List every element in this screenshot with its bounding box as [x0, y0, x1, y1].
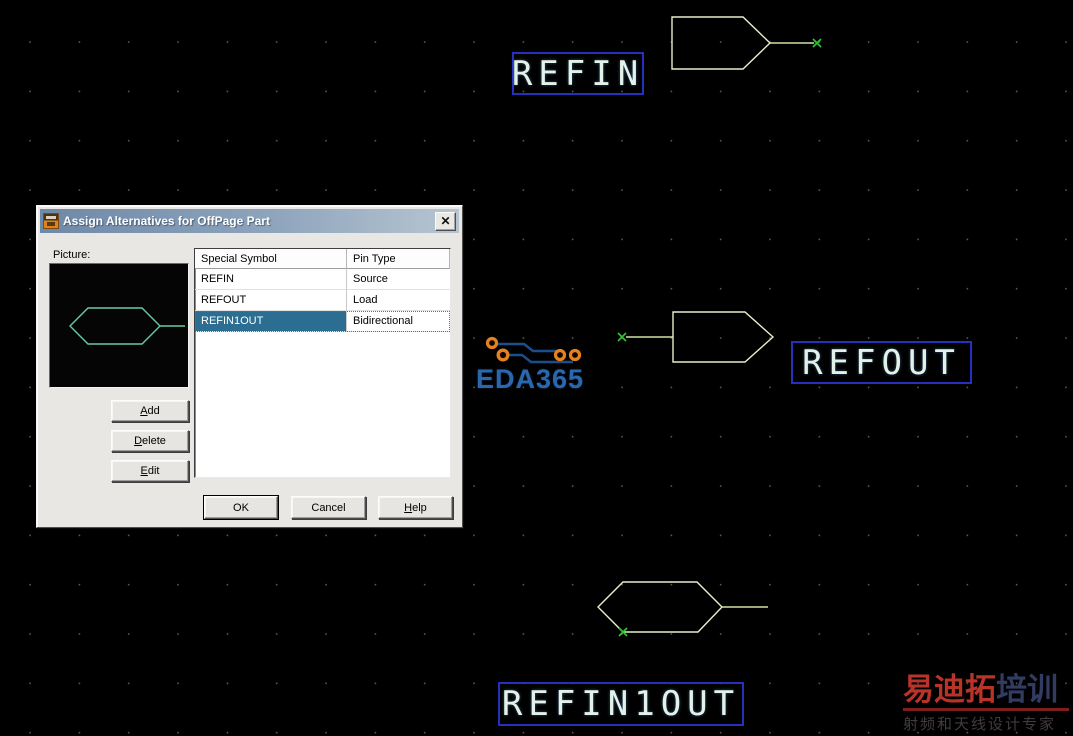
training-watermark: 易迪拓培训 射频和天线设计专家 [903, 673, 1073, 734]
offpage-shape [672, 311, 775, 363]
offpage-shape [671, 16, 772, 70]
cell-pin-type[interactable]: Load [347, 290, 450, 311]
cell-special-symbol[interactable]: REFOUT [195, 290, 347, 311]
column-header-pin-type: Pin Type [347, 249, 450, 269]
cell-pin-type[interactable]: Bidirectional [347, 311, 450, 332]
table-header-row: Special Symbol Pin Type [195, 249, 450, 269]
net-label-refout[interactable]: REFOUT [791, 341, 972, 384]
ok-button[interactable]: OK [204, 496, 278, 519]
net-label-refin1out[interactable]: REFIN1OUT [498, 682, 744, 726]
offpage-symbol-refin[interactable] [671, 16, 822, 70]
training-watermark-title-blue: 培训 [996, 672, 1058, 707]
pin-x-icon [617, 332, 627, 342]
preview-symbol-icon [69, 307, 185, 345]
edit-button-label: Edit [140, 465, 160, 477]
delete-button[interactable]: Delete [111, 430, 189, 452]
delete-button-label: Delete [134, 435, 166, 447]
add-button[interactable]: Add [111, 400, 189, 422]
eda365-logo: EDA365 [476, 334, 602, 396]
training-watermark-title-red: 易迪拓 [903, 672, 996, 707]
cancel-button-label: Cancel [311, 501, 346, 514]
offpage-symbol-refin1out[interactable] [597, 581, 768, 637]
net-label-refin[interactable]: REFIN [512, 52, 644, 95]
edit-button[interactable]: Edit [111, 460, 189, 482]
orcad-part-icon [43, 213, 59, 229]
cancel-button[interactable]: Cancel [291, 496, 366, 519]
ok-button-label: OK [233, 501, 249, 514]
add-button-label: Add [140, 405, 160, 417]
offpage-shape [597, 581, 723, 633]
pcb-trace-icon [485, 336, 582, 364]
pin-x-icon [812, 38, 822, 48]
dialog-titlebar[interactable]: Assign Alternatives for OffPage Part ✕ [40, 209, 459, 233]
cell-pin-type[interactable]: Source [347, 269, 450, 290]
training-watermark-rule [903, 708, 1069, 711]
training-watermark-tagline: 射频和天线设计专家 [903, 716, 1057, 733]
cell-special-symbol[interactable]: REFIN [195, 269, 347, 290]
close-icon: ✕ [440, 214, 451, 228]
offpage-symbol-refout[interactable] [617, 311, 775, 363]
picture-label: Picture: [53, 249, 91, 261]
help-button-label: Help [404, 501, 427, 514]
schematic-editor-canvas[interactable]: { "dialog": { "title": "Assign Alternati… [0, 0, 1073, 736]
assign-alternatives-dialog: Assign Alternatives for OffPage Part ✕ P… [36, 205, 463, 528]
column-header-special-symbol: Special Symbol [195, 249, 347, 269]
table-row[interactable]: REFOUT Load [195, 290, 450, 311]
table-row[interactable]: REFIN Source [195, 269, 450, 290]
picture-preview [49, 263, 189, 388]
cell-special-symbol[interactable]: REFIN1OUT [195, 311, 347, 332]
training-watermark-title: 易迪拓培训 [903, 673, 1073, 707]
eda365-logo-text: EDA365 [476, 364, 585, 394]
alternatives-table[interactable]: Special Symbol Pin Type REFIN Source REF… [194, 248, 451, 478]
table-row-selected[interactable]: REFIN1OUT Bidirectional [195, 311, 450, 332]
close-button[interactable]: ✕ [435, 211, 456, 231]
help-button[interactable]: Help [378, 496, 453, 519]
dialog-title: Assign Alternatives for OffPage Part [63, 214, 270, 228]
